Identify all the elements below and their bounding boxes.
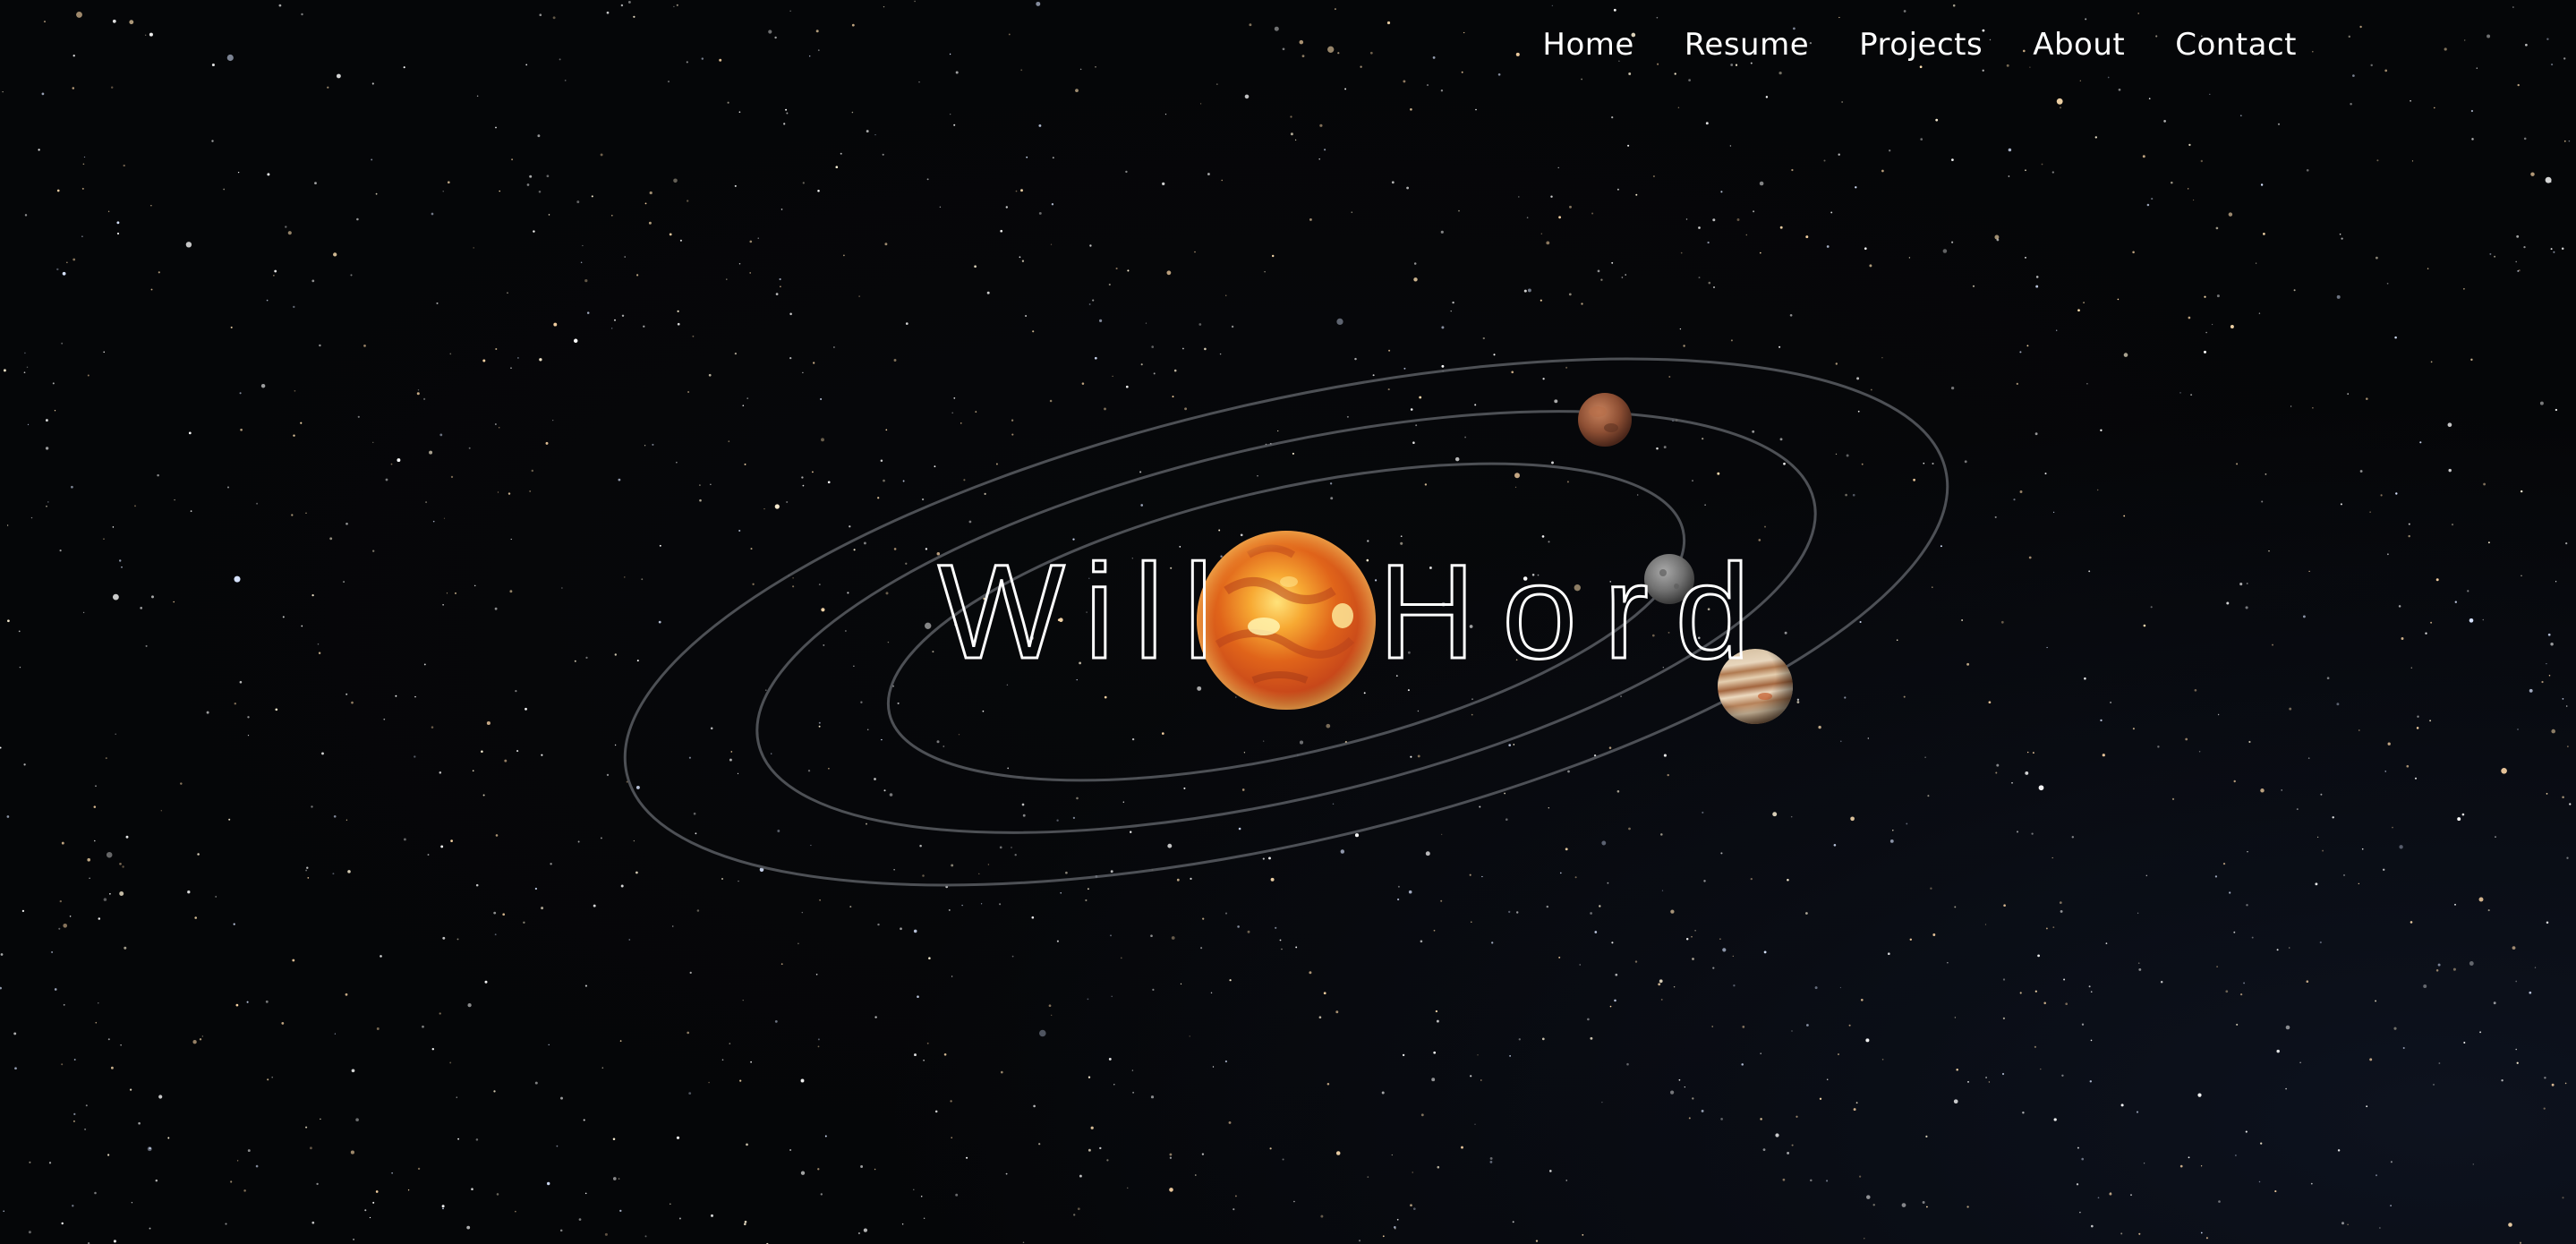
title-left: Will: [938, 536, 1233, 686]
solar-system: Will Hord: [623, 357, 1949, 887]
mars-icon: [1578, 393, 1632, 447]
title-right: Hord: [1378, 536, 1777, 686]
page: Home Resume Projects About Contact Will …: [0, 0, 2576, 1244]
